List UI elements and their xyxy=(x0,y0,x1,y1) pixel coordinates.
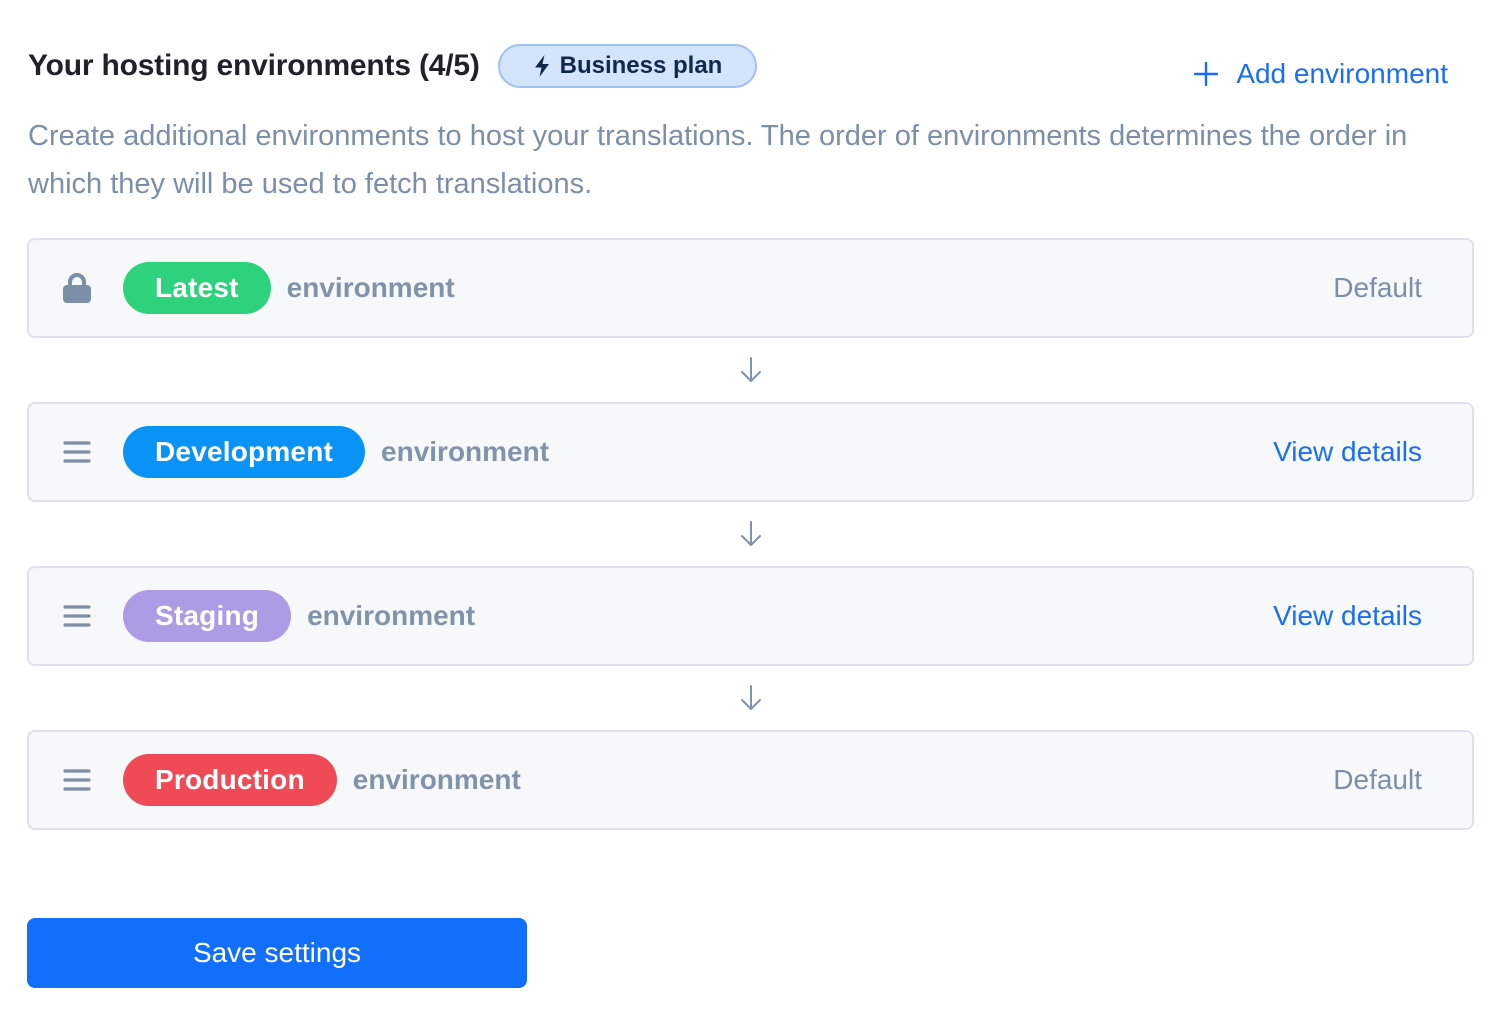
plus-icon xyxy=(1194,62,1219,86)
hosting-environments-page: Your hosting environments (4/5) Business… xyxy=(0,0,1506,1028)
section-header: Your hosting environments (4/5) Business… xyxy=(28,44,758,88)
environment-list: Latest environment Default Development e… xyxy=(27,238,1474,830)
environment-suffix: environment xyxy=(352,764,521,795)
order-arrow xyxy=(27,502,1474,566)
environment-card-production: Production environment Default xyxy=(27,730,1474,830)
environment-card-latest: Latest environment Default xyxy=(27,238,1474,338)
add-environment-label: Add environment xyxy=(1236,58,1448,89)
arrow-down-icon xyxy=(740,521,761,546)
plan-badge: Business plan xyxy=(497,44,758,88)
section-description: Create additional environments to host y… xyxy=(28,120,1408,200)
arrow-down-icon xyxy=(740,685,761,710)
environment-suffix: environment xyxy=(307,600,476,631)
order-arrow xyxy=(27,666,1474,730)
order-arrow xyxy=(27,338,1474,402)
drag-handle-icon[interactable] xyxy=(61,764,93,796)
environment-card-staging: Staging environment View details xyxy=(27,566,1474,666)
default-label: Default xyxy=(1333,764,1422,795)
arrow-down-icon xyxy=(740,357,761,382)
view-details-link[interactable]: View details xyxy=(1273,436,1422,468)
lock-icon xyxy=(61,272,93,304)
drag-handle-icon[interactable] xyxy=(61,436,93,468)
environment-card-development: Development environment View details xyxy=(27,402,1474,502)
drag-handle-icon[interactable] xyxy=(61,600,93,632)
view-details-link[interactable]: View details xyxy=(1273,600,1422,632)
environment-suffix: environment xyxy=(286,272,455,303)
environment-pill: Staging xyxy=(123,590,292,642)
lightning-bolt-icon xyxy=(534,55,549,77)
save-settings-button[interactable]: Save settings xyxy=(27,918,527,988)
environment-pill: Latest xyxy=(123,262,271,314)
plan-badge-label: Business plan xyxy=(559,52,723,79)
environment-pill: Production xyxy=(123,754,337,806)
environment-suffix: environment xyxy=(381,436,550,467)
environment-pill: Development xyxy=(123,426,366,478)
add-environment-button[interactable]: Add environment xyxy=(1194,58,1448,90)
default-label: Default xyxy=(1333,272,1422,303)
page-title: Your hosting environments (4/5) xyxy=(28,49,480,82)
